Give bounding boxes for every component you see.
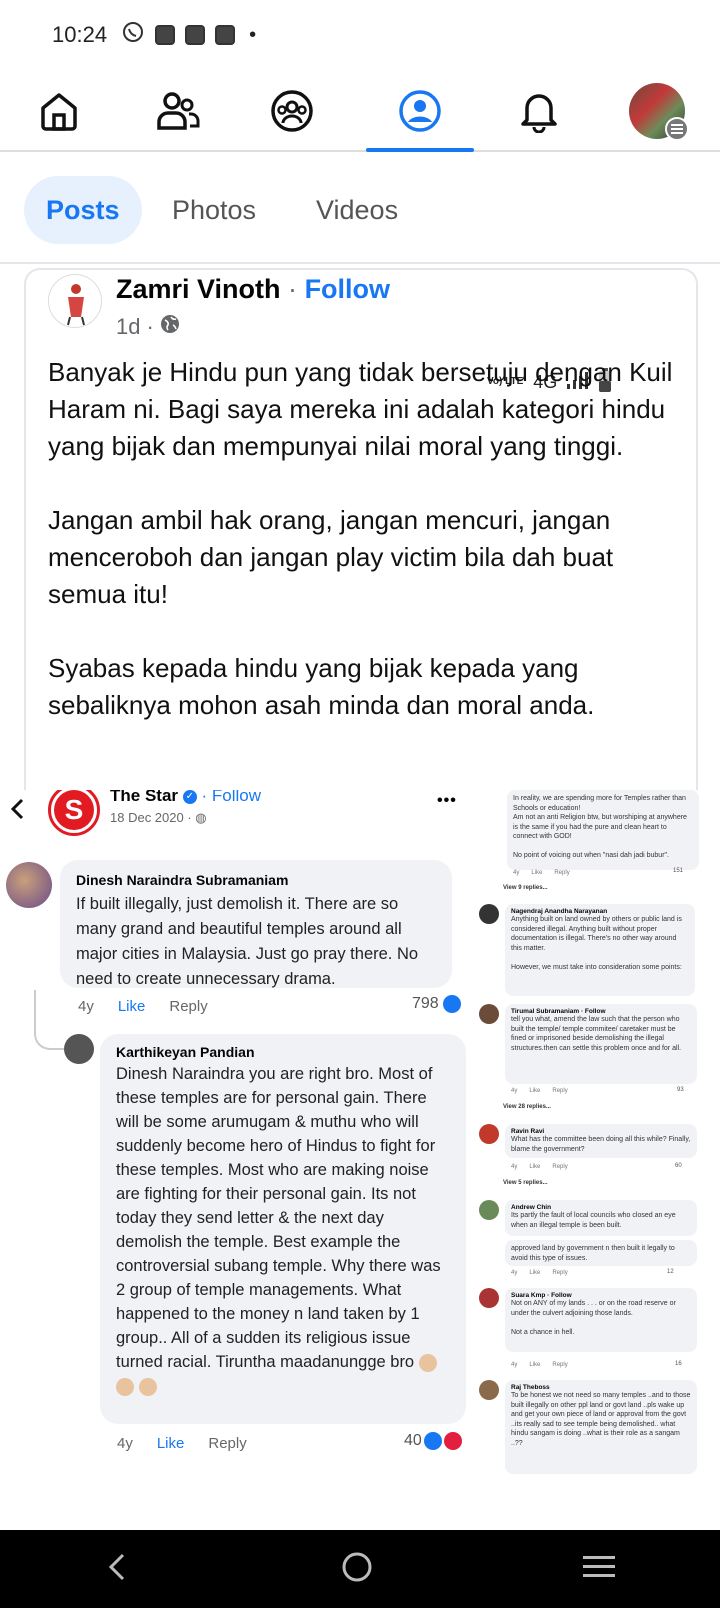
more-icon: ••• [437, 792, 457, 809]
emoji-icon [138, 1377, 157, 1396]
post-card: Zamri Vinoth · Follow 1d · Banyak je Hin… [24, 268, 698, 790]
follow-button[interactable]: Follow [305, 274, 390, 304]
comment-actions: 4y Like Reply [117, 1435, 247, 1452]
commenter-avatar [479, 1288, 499, 1308]
tab-videos[interactable]: Videos [294, 176, 420, 244]
reaction-count: 798 [412, 995, 461, 1013]
back-icon[interactable] [103, 1549, 133, 1590]
dot-icon: • [249, 23, 257, 46]
post-paragraph: Syabas kepada hindu yang bijak kepada ya… [48, 653, 595, 720]
commenter-name: Dinesh Naraindra Subramaniam [76, 872, 289, 888]
post-paragraph: Jangan ambil hak orang, jangan mencuri, … [48, 505, 614, 609]
commenter-avatar [6, 862, 52, 908]
notifications-icon[interactable] [504, 80, 574, 142]
system-navigation-bar [0, 1530, 720, 1608]
tab-posts[interactable]: Posts [24, 176, 142, 244]
friends-icon[interactable] [143, 80, 213, 142]
comment-actions: 4y Like Reply [78, 998, 208, 1015]
comment-bubble: Nagendraj Anandha Narayanan Anything bui… [505, 904, 695, 996]
screenshot-right: In reality, we are spending more for Tem… [479, 790, 720, 1510]
page-date: 18 Dec 2020 · ◍ [110, 810, 207, 825]
comment-bubble: Tirumal Subramaniam · Follow tell you wh… [505, 1004, 697, 1084]
groups-icon[interactable] [257, 80, 327, 142]
status-time: 10:24 [52, 22, 108, 47]
profile-tabs: Posts Photos Videos [0, 152, 720, 264]
author-avatar[interactable] [48, 274, 102, 328]
post-author-line: Zamri Vinoth · Follow [116, 274, 390, 305]
reaction-count: 40 [404, 1432, 462, 1450]
recents-icon[interactable] [581, 1552, 617, 1587]
commenter-avatar [479, 1200, 499, 1220]
comment-text: Dinesh Naraindra you are right bro. Most… [116, 1062, 450, 1398]
top-navigation [0, 70, 720, 152]
comment-bubble: Andrew Chin Its partly the fault of loca… [505, 1200, 697, 1236]
page-follow: · Follow [201, 790, 262, 805]
love-reaction-icon [443, 1432, 462, 1450]
notification-icon [215, 25, 236, 45]
like-reaction-icon [442, 995, 461, 1013]
comment-bubble: Suara Kmp · Follow Not on ANY of my land… [505, 1288, 697, 1352]
post-time[interactable]: 1d [116, 314, 140, 340]
notification-icon [185, 25, 206, 45]
separator: · [288, 274, 298, 304]
comment-bubble: Ravin Ravi What has the committee been d… [505, 1124, 697, 1158]
status-bar: 10:24 • Vo) LTE 4G [0, 0, 720, 742]
profile-icon[interactable] [385, 80, 455, 142]
tab-photos[interactable]: Photos [150, 176, 278, 244]
home-button-icon[interactable] [339, 1549, 375, 1590]
menu-icon [665, 117, 689, 141]
emoji-icon [116, 1377, 134, 1396]
commenter-avatar [479, 904, 499, 924]
comment-text: If built illegally, just demolish it. Th… [76, 895, 419, 988]
commenter-name: Karthikeyan Pandian [116, 1044, 255, 1060]
globe-icon [160, 314, 180, 340]
commenter-avatar [479, 1004, 499, 1024]
comment-bubble: In reality, we are spending more for Tem… [507, 790, 699, 870]
commenter-avatar [479, 1124, 499, 1144]
comment-bubble: Dinesh Naraindra Subramaniam If built il… [60, 860, 452, 988]
home-icon[interactable] [24, 80, 94, 142]
comment-bubble: approved land by government n then built… [505, 1240, 697, 1266]
verified-icon: ✓ [182, 790, 197, 804]
post-body: Banyak je Hindu pun yang tidak bersetuju… [48, 354, 688, 761]
comment-bubble: Karthikeyan Pandian Dinesh Naraindra you… [100, 1034, 466, 1424]
the-star-logo: S [48, 790, 100, 836]
commenter-avatar [64, 1034, 94, 1064]
like-reaction-icon [423, 1432, 442, 1450]
menu-avatar[interactable] [622, 80, 692, 142]
comment-bubble: Raj Theboss To be honest we not need so … [505, 1380, 697, 1474]
notification-icon [155, 25, 176, 45]
reply-thread-line [34, 990, 64, 1050]
post-paragraph: Banyak je Hindu pun yang tidak bersetuju… [48, 357, 673, 461]
whatsapp-icon [121, 20, 145, 50]
page-name-line: The Star ✓ · Follow [110, 790, 261, 806]
avatar [629, 83, 689, 141]
page-name: The Star [110, 790, 179, 805]
post-meta: 1d · [116, 314, 180, 340]
post-image[interactable]: S The Star ✓ · Follow 18 Dec 2020 · ◍ ••… [0, 790, 720, 1510]
emoji-icon [418, 1353, 437, 1372]
commenter-avatar [479, 1380, 499, 1400]
back-arrow-icon [8, 794, 28, 829]
globe-icon: ◍ [195, 810, 207, 825]
author-name[interactable]: Zamri Vinoth [116, 274, 281, 304]
screenshot-left: S The Star ✓ · Follow 18 Dec 2020 · ◍ ••… [0, 790, 487, 1510]
